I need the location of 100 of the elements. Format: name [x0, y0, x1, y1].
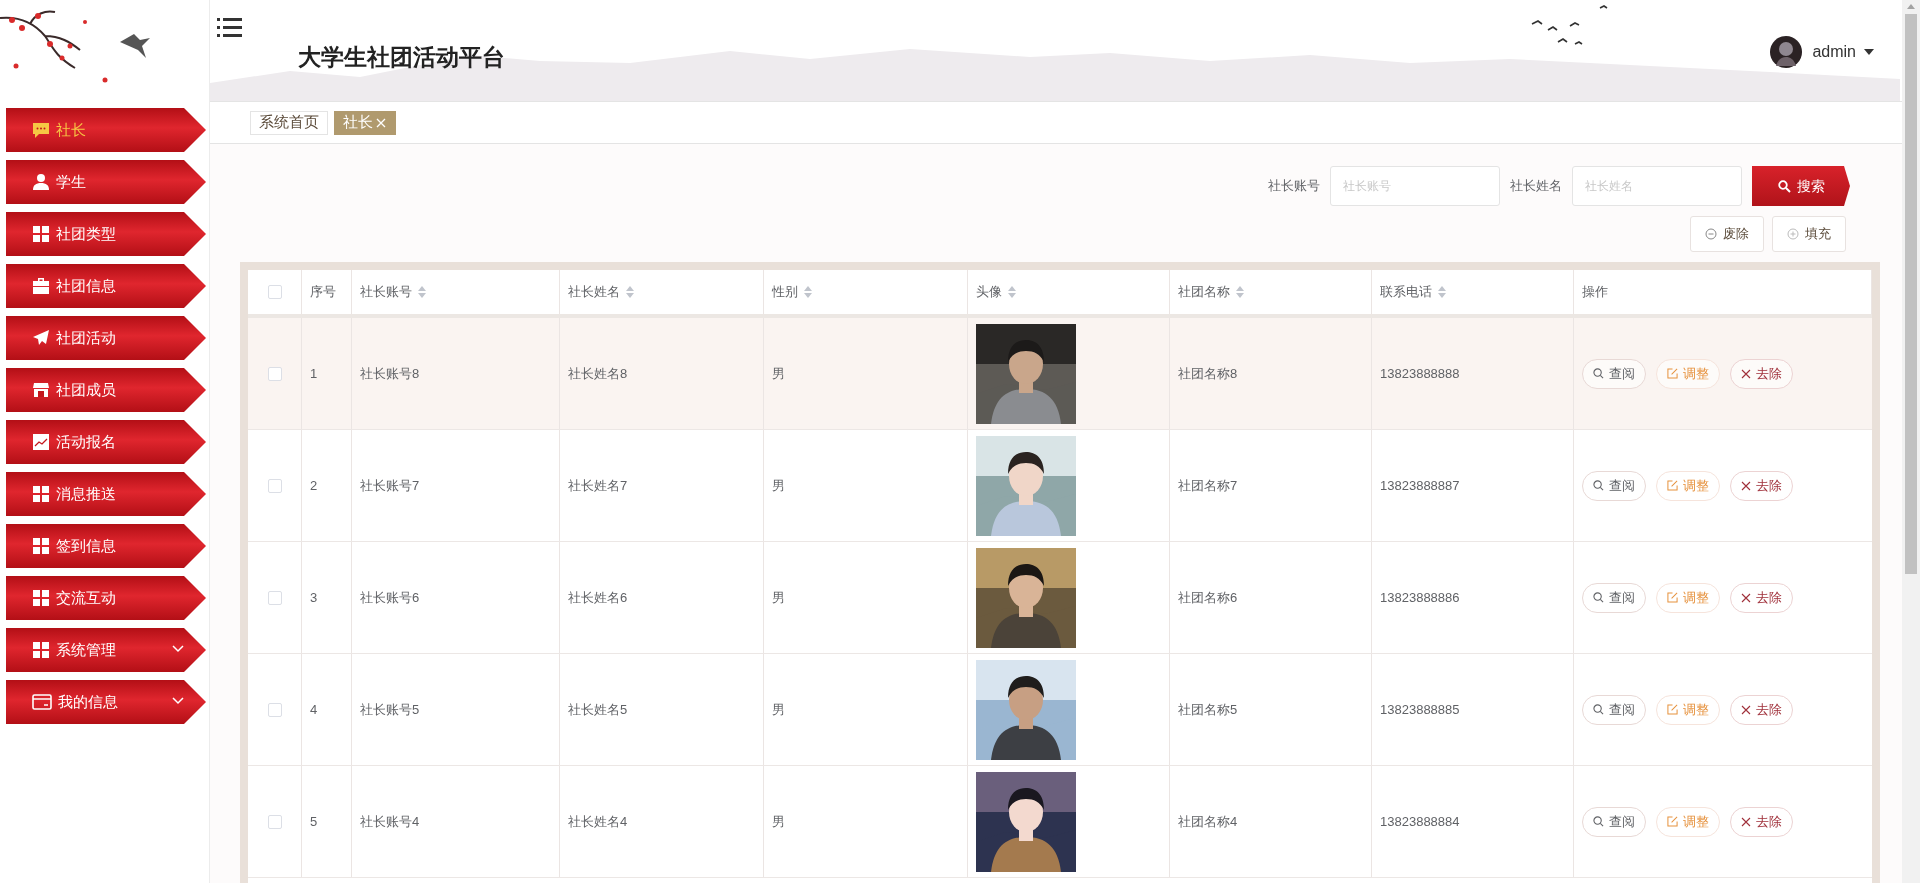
row-action-button[interactable]: 去除 [1730, 806, 1793, 837]
search-icon [1593, 816, 1604, 827]
table-cell-text: 社长姓名6 [568, 588, 628, 607]
table-row[interactable]: 5 社长账号4 社长姓名4 男 社团名称4 13823888884 查阅 调整 去除 [248, 766, 1872, 878]
close-icon [1741, 368, 1751, 379]
app-title: 大学生社团活动平台 [298, 43, 505, 72]
table-cell-text: 男 [772, 364, 785, 383]
search-icon [1593, 704, 1604, 715]
search-button[interactable]: 搜索 [1752, 166, 1850, 206]
table-cell-text: 社长账号8 [360, 364, 420, 383]
table-cell-text: 社长姓名5 [568, 700, 628, 719]
sidebar-item[interactable]: 社团活动 [6, 316, 206, 360]
checkbox[interactable] [267, 285, 282, 299]
scrollbar[interactable] [1902, 0, 1920, 883]
close-icon [1741, 592, 1751, 603]
caret-icon [1864, 48, 1874, 56]
table-cell-text: 社团名称4 [1178, 812, 1238, 831]
checkbox[interactable] [267, 478, 282, 493]
chat-icon [32, 121, 50, 139]
table-cell-text: 13823888888 [1380, 364, 1460, 383]
sidebar-item[interactable]: 签到信息 [6, 524, 206, 568]
search-icon [1593, 592, 1604, 603]
grid-icon [32, 589, 50, 607]
edit-icon [1667, 368, 1678, 379]
close-icon [1741, 816, 1751, 827]
sort-icon[interactable] [418, 286, 426, 298]
row-action-button[interactable]: 查阅 [1582, 806, 1646, 837]
sidebar-item[interactable]: 学生 [6, 160, 206, 204]
field-label: 社长账号 [1268, 177, 1320, 196]
close-icon [1741, 480, 1751, 491]
checkbox[interactable] [267, 366, 282, 381]
search-icon [1593, 368, 1604, 379]
checkbox[interactable] [267, 702, 282, 717]
user-menu[interactable]: admin [1812, 40, 1874, 64]
search-icon [1777, 179, 1791, 193]
table-row[interactable]: 4 社长账号5 社长姓名5 男 社团名称5 13823888885 查阅 调整 去除 [248, 654, 1872, 766]
tab[interactable]: 系统首页 [250, 110, 328, 135]
table-cell-text: 5 [310, 812, 318, 831]
sidebar-item[interactable]: 我的信息 [6, 680, 206, 724]
sidebar-item[interactable]: 交流互动 [6, 576, 206, 620]
grid-icon [32, 485, 50, 503]
toolbar-button[interactable]: 填充 [1772, 216, 1846, 252]
sidebar-item[interactable]: 社团成员 [6, 368, 206, 412]
sidebar-item[interactable]: 社团信息 [6, 264, 206, 308]
column-header[interactable]: 社团名称 [1170, 270, 1372, 314]
table-row[interactable]: 3 社长账号6 社长姓名6 男 社团名称6 13823888886 查阅 调整 去除 [248, 542, 1872, 654]
table-cell-text: 社团名称6 [1178, 588, 1238, 607]
edit-icon [1667, 704, 1678, 715]
table-cell-text: 13823888887 [1380, 476, 1460, 495]
sort-icon[interactable] [804, 286, 812, 298]
table-cell-text: 13823888885 [1380, 700, 1460, 719]
column-header[interactable]: 社长账号 [352, 270, 560, 314]
sidebar-item[interactable]: 社团类型 [6, 212, 206, 256]
sidebar-item[interactable]: 消息推送 [6, 472, 206, 516]
table-cell-text: 社长姓名8 [568, 364, 628, 383]
table-cell-text: 男 [772, 476, 785, 495]
sort-icon[interactable] [1236, 286, 1244, 298]
column-header[interactable]: 联系电话 [1372, 270, 1574, 314]
table-row[interactable]: 2 社长账号7 社长姓名7 男 社团名称7 13823888887 查阅 调整 去除 [248, 430, 1872, 542]
card-icon [32, 693, 52, 711]
sidebar-item[interactable]: 系统管理 [6, 628, 206, 672]
menu-icon[interactable] [216, 16, 244, 40]
row-action-button[interactable]: 去除 [1730, 470, 1793, 501]
column-header[interactable]: 头像 [968, 270, 1170, 314]
column-header: 序号 [302, 270, 352, 314]
row-action-button[interactable]: 查阅 [1582, 582, 1646, 613]
row-action-button[interactable]: 去除 [1730, 694, 1793, 725]
row-action-button[interactable]: 查阅 [1582, 358, 1646, 389]
column-header[interactable]: 性别 [764, 270, 968, 314]
chevron-down-icon [172, 697, 184, 705]
table-cell-text: 社团名称5 [1178, 700, 1238, 719]
sidebar-item[interactable]: 活动报名 [6, 420, 206, 464]
table-row[interactable]: 1 社长账号8 社长姓名8 男 社团名称8 13823888888 查阅 调整 去除 [248, 318, 1872, 430]
plus-circle-icon [1787, 228, 1799, 240]
sort-icon[interactable] [1438, 286, 1446, 298]
row-action-button[interactable]: 查阅 [1582, 694, 1646, 725]
table-cell-text: 男 [772, 700, 785, 719]
sort-icon[interactable] [1008, 286, 1016, 298]
row-action-button[interactable]: 去除 [1730, 358, 1793, 389]
table-cell-text: 男 [772, 588, 785, 607]
table-cell-text: 3 [310, 588, 318, 607]
search-icon [1593, 480, 1604, 491]
table-cell-text: 社长姓名7 [568, 476, 628, 495]
table-cell-text: 男 [772, 812, 785, 831]
close-icon[interactable] [375, 116, 387, 129]
checkbox[interactable] [267, 814, 282, 829]
table-cell-text: 13823888884 [1380, 812, 1460, 831]
row-action-button[interactable]: 查阅 [1582, 470, 1646, 501]
edit-icon [1667, 592, 1678, 603]
toolbar-button[interactable]: 废除 [1690, 216, 1764, 252]
avatar[interactable] [1770, 36, 1803, 68]
table-cell-text: 社长账号7 [360, 476, 420, 495]
grid-icon [32, 537, 50, 555]
grid-icon [32, 225, 50, 243]
checkbox[interactable] [267, 590, 282, 605]
table-cell-text: 13823888886 [1380, 588, 1460, 607]
row-action-button[interactable]: 去除 [1730, 582, 1793, 613]
sort-icon[interactable] [626, 286, 634, 298]
table-cell-text: 1 [310, 364, 318, 383]
column-header[interactable]: 社长姓名 [560, 270, 764, 314]
